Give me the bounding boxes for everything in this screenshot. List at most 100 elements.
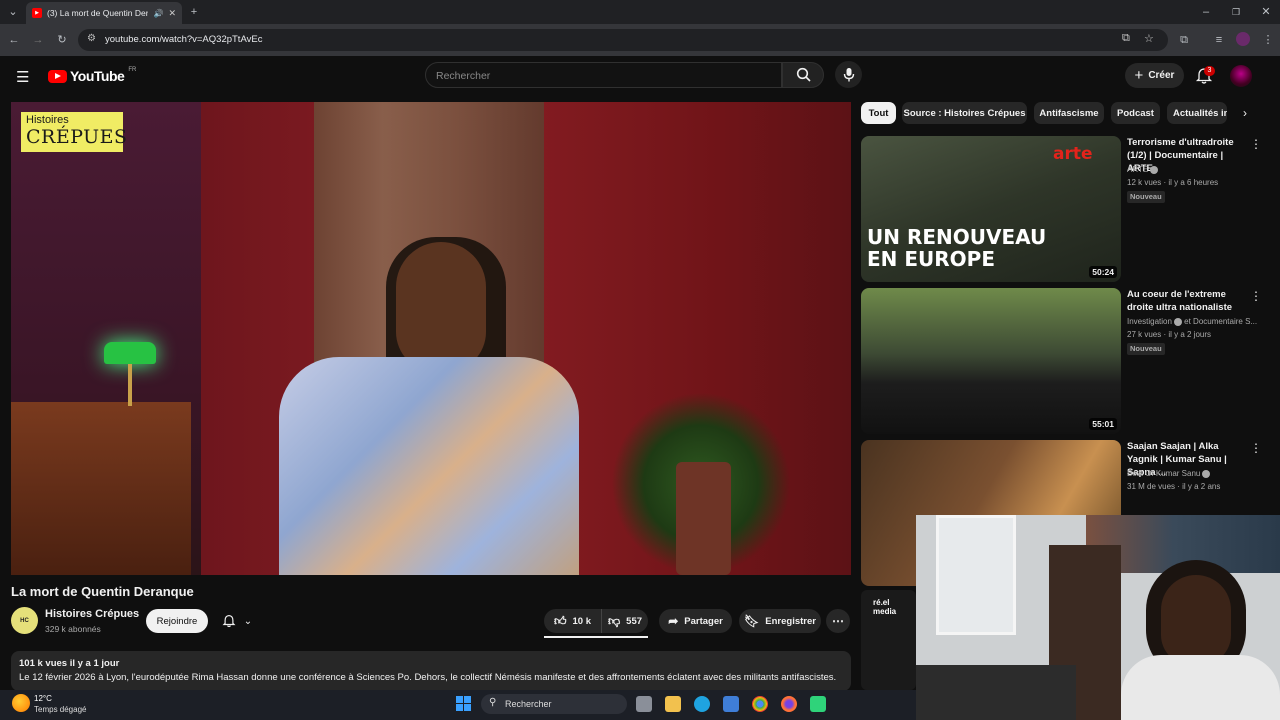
account-avatar[interactable] bbox=[1230, 65, 1252, 87]
description-text: Le 12 février 2026 à Lyon, l'eurodéputée… bbox=[19, 672, 837, 683]
chrome-icon[interactable] bbox=[752, 696, 768, 712]
edge-browser-icon[interactable] bbox=[694, 696, 710, 712]
join-button[interactable]: Rejoindre bbox=[146, 609, 208, 633]
install-icon[interactable]: ⧉ bbox=[1122, 32, 1130, 45]
back-icon[interactable]: ← bbox=[6, 32, 22, 48]
rec-channel[interactable]: Investigation et Documentaire S... bbox=[1127, 317, 1257, 326]
minimize-icon[interactable]: – bbox=[1198, 4, 1214, 20]
thumb-headline-1: UN RENOUVEAU bbox=[867, 225, 1047, 249]
verified-icon bbox=[1150, 165, 1159, 174]
save-button[interactable]: 🔖︎ Enregistrer bbox=[739, 609, 821, 633]
dislike-button[interactable]: 👎︎ 557 bbox=[601, 609, 648, 633]
voice-search-button[interactable] bbox=[835, 61, 862, 88]
rec-channel[interactable]: ARTE bbox=[1127, 165, 1159, 174]
rec-channel[interactable]: Best Of Kumar Sanu bbox=[1127, 469, 1211, 478]
share-button[interactable]: ➦ Partager bbox=[659, 609, 732, 633]
forward-icon[interactable]: → bbox=[30, 32, 46, 48]
chrome-menu-icon[interactable]: ⋮ bbox=[1260, 32, 1276, 48]
hamburger-menu-icon[interactable]: ☰ bbox=[16, 68, 29, 86]
video-description[interactable]: 101 k vues il y a 1 jour Le 12 février 2… bbox=[11, 651, 851, 691]
rec-title[interactable]: Au coeur de l'extreme droite ultra natio… bbox=[1127, 288, 1247, 314]
youtube-masthead: ☰ YouTube FR Rechercher + Créer bbox=[0, 56, 1280, 96]
thumbs-up-icon: 👍︎ bbox=[553, 613, 567, 628]
more-vertical-icon[interactable]: ⋮ bbox=[1250, 289, 1262, 305]
maximize-icon[interactable]: ❐ bbox=[1228, 4, 1244, 20]
rec-meta: 12 k vues · il y a 6 heures bbox=[1127, 178, 1219, 187]
firefox-icon[interactable] bbox=[781, 696, 797, 712]
video-duration: 50:24 bbox=[1089, 266, 1117, 278]
scene-lamp-stem bbox=[128, 364, 132, 406]
rec-thumbnail[interactable]: 55:01 bbox=[861, 288, 1121, 434]
chip-tout[interactable]: Tout bbox=[861, 102, 896, 124]
thumb-logo-partial: ré.el media bbox=[873, 598, 897, 616]
save-bookmark-icon: 🔖︎ bbox=[744, 614, 760, 628]
scene-desk bbox=[11, 402, 191, 575]
new-tab-button[interactable]: + bbox=[186, 4, 202, 20]
app-icon[interactable] bbox=[810, 696, 826, 712]
streamer-webcam-overlay bbox=[916, 515, 1280, 720]
video-player[interactable]: Histoires CRÉPUES bbox=[11, 102, 851, 575]
reload-icon[interactable]: ↻ bbox=[54, 32, 70, 48]
task-view-icon[interactable] bbox=[636, 696, 652, 712]
file-explorer-icon[interactable] bbox=[665, 696, 681, 712]
weather-description: Temps dégagé bbox=[34, 705, 87, 714]
chip-actualites[interactable]: Actualités in bbox=[1167, 102, 1227, 124]
scene-pot bbox=[676, 462, 731, 575]
thumb-headline-2: EN EUROPE bbox=[867, 247, 995, 271]
presenter-shirt bbox=[279, 357, 579, 575]
rec-thumbnail[interactable]: arte UN RENOUVEAU EN EUROPE 50:24 bbox=[861, 136, 1121, 282]
new-badge: Nouveau bbox=[1127, 191, 1165, 203]
streamer-tank-top bbox=[1121, 655, 1280, 720]
more-horizontal-icon: ⋯ bbox=[832, 614, 844, 628]
like-button[interactable]: 👍︎ 10 k bbox=[544, 609, 601, 633]
cam-desk bbox=[916, 665, 1076, 720]
tab-close-icon[interactable]: ✕ bbox=[168, 8, 176, 19]
chip-source-histoires-crepues[interactable]: Source : Histoires Crépues bbox=[902, 102, 1027, 124]
subscriber-count: 329 k abonnés bbox=[45, 624, 101, 634]
more-actions-button[interactable]: ⋯ bbox=[826, 609, 850, 633]
reading-list-icon[interactable]: ≡ bbox=[1211, 32, 1227, 48]
rec-channel-name: ARTE bbox=[1127, 165, 1149, 174]
chip-podcast[interactable]: Podcast bbox=[1111, 102, 1160, 124]
window-close-icon[interactable]: ✕ bbox=[1258, 4, 1274, 20]
bookmark-star-icon[interactable]: ☆ bbox=[1144, 32, 1154, 45]
channel-avatar[interactable]: HC bbox=[11, 607, 38, 634]
search-icon: ⚲ bbox=[489, 697, 497, 708]
youtube-logo[interactable]: YouTube FR bbox=[48, 67, 136, 84]
watermark-line2: CRÉPUES bbox=[26, 126, 128, 148]
microsoft-store-icon[interactable] bbox=[723, 696, 739, 712]
rec-thumbnail-partial[interactable]: ré.el media bbox=[861, 590, 916, 690]
more-vertical-icon[interactable]: ⋮ bbox=[1250, 441, 1262, 457]
microphone-icon bbox=[843, 67, 854, 81]
search-input[interactable]: Rechercher bbox=[425, 62, 782, 88]
thumbs-down-icon: 👎︎ bbox=[607, 613, 621, 628]
arte-logo: arte bbox=[1053, 144, 1093, 164]
weather-icon[interactable] bbox=[12, 694, 30, 712]
chevron-down-icon: ⌄ bbox=[243, 615, 253, 627]
search-button[interactable] bbox=[782, 62, 824, 88]
youtube-play-icon bbox=[48, 69, 67, 83]
share-icon: ➦ bbox=[668, 614, 679, 628]
site-info-icon[interactable]: ⚙ bbox=[87, 33, 96, 44]
verified-icon bbox=[1173, 317, 1182, 326]
speaker-icon[interactable]: 🔊 bbox=[153, 9, 163, 18]
views-and-date: 101 k vues il y a 1 jour bbox=[19, 658, 120, 669]
tab-search-icon[interactable]: ⌄ bbox=[5, 4, 21, 20]
subscription-bell-button[interactable]: ⌄ bbox=[214, 609, 260, 633]
windows-start-icon[interactable] bbox=[456, 696, 471, 711]
taskbar-search[interactable]: ⚲ Rechercher bbox=[481, 694, 627, 714]
address-bar[interactable]: ⚙ youtube.com/watch?v=AQ32pTtAvEc ⧉ ☆ bbox=[78, 29, 1168, 51]
dislike-count: 557 bbox=[626, 615, 643, 627]
browser-tab-active[interactable]: ▶ (3) La mort de Quentin Deranque - YouT… bbox=[26, 2, 182, 24]
more-vertical-icon[interactable]: ⋮ bbox=[1250, 137, 1262, 153]
browser-tab-strip: ⌄ ▶ (3) La mort de Quentin Deranque - Yo… bbox=[0, 0, 1280, 24]
streamer-head bbox=[1161, 575, 1231, 665]
notification-count-badge: 3 bbox=[1204, 66, 1215, 76]
chip-antifascisme[interactable]: Antifascisme bbox=[1034, 102, 1104, 124]
create-button[interactable]: + Créer bbox=[1125, 63, 1184, 88]
profile-icon[interactable] bbox=[1236, 32, 1250, 46]
extensions-icon[interactable]: ⧉ bbox=[1176, 32, 1192, 48]
channel-name[interactable]: Histoires Crépues bbox=[45, 608, 139, 620]
chevron-right-icon[interactable]: › bbox=[1236, 106, 1254, 124]
tab-title: (3) La mort de Quentin Deranque - YouTub… bbox=[47, 8, 149, 18]
